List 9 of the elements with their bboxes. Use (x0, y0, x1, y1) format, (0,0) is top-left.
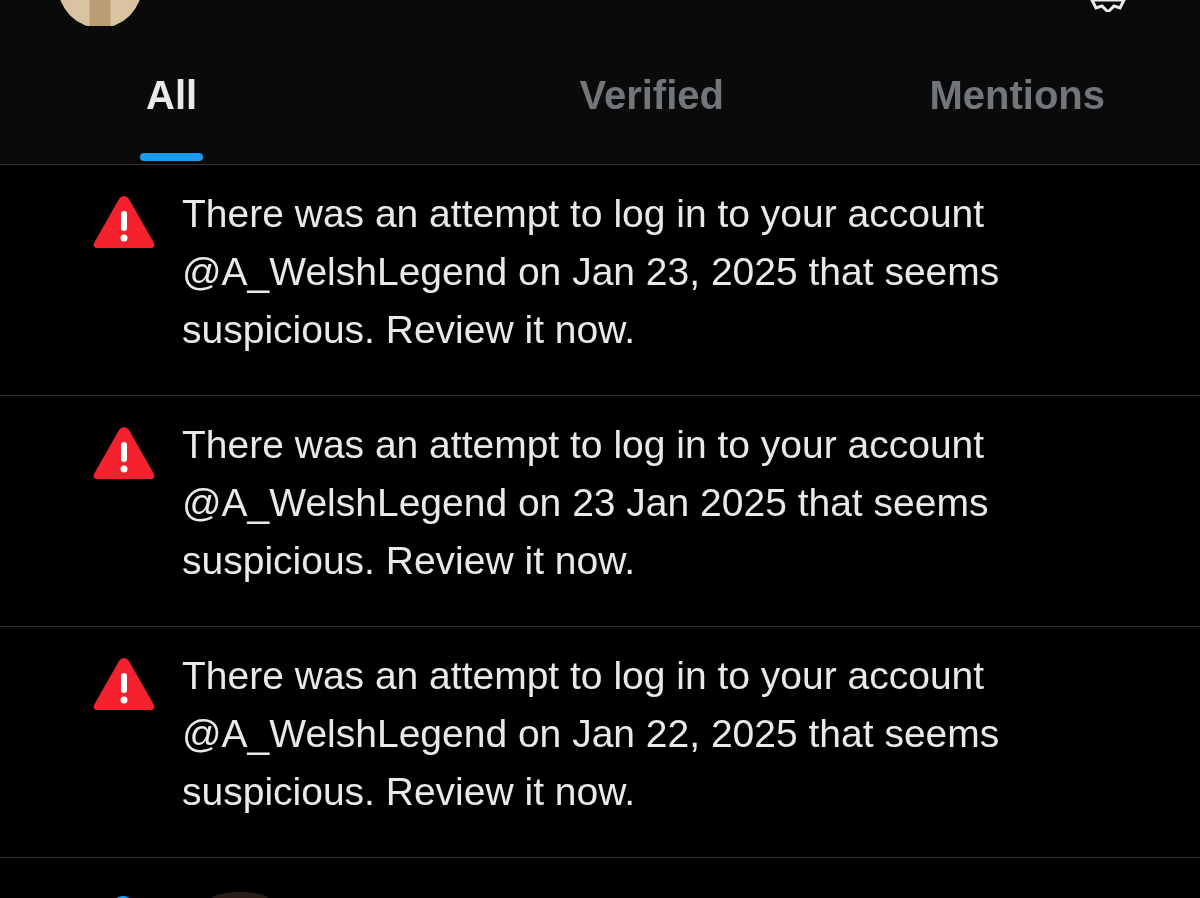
notification-text: There was an attempt to log in to your account @A_WelshLegend on 23 Jan 2025 that seems suspicious. Review it now. (182, 422, 990, 584)
tab[interactable]: Verified (573, 26, 730, 164)
warning-icon (92, 424, 156, 482)
notification-text: There was an attempt to log in to your account @A_WelshLegend on Jan 23, 2025 that seems suspicious. Review it now. (182, 191, 1001, 353)
warning-icon (92, 193, 156, 251)
tab[interactable]: All (140, 26, 204, 164)
notification-text: There was an attempt to log in to your account @A_WelshLegend on Jan 22, 2025 that seems suspicious. Review it now. (182, 653, 1001, 815)
warning-icon (92, 655, 156, 713)
tab[interactable]: Mentions (923, 26, 1111, 164)
